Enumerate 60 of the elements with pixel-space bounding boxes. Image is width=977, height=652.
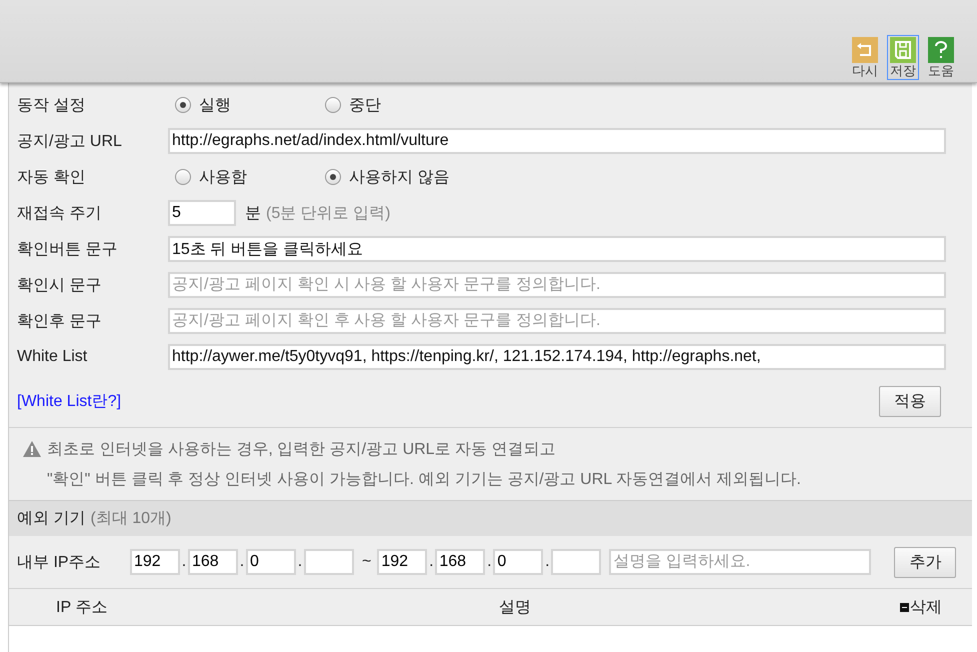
unit-label: 분 — [245, 204, 261, 224]
radio-option[interactable]: 사용함 — [168, 166, 318, 188]
ip-dot: . — [180, 553, 188, 571]
range-separator: ~ — [362, 553, 372, 571]
ip-octet-field[interactable]: 0 — [246, 549, 296, 575]
ip-dot: . — [544, 553, 551, 571]
section-note: (최대 10개) — [90, 509, 172, 529]
apply-button[interactable]: 적용 — [879, 386, 941, 416]
radio-option[interactable]: 사용하지 않음 — [318, 166, 468, 188]
text-field[interactable]: 15초 뒤 버튼을 클릭하세요 — [168, 236, 946, 262]
radio-option[interactable]: 실행 — [168, 94, 318, 116]
text-field[interactable]: http://aywer.me/t5y0tyvq91, https://tenping.kr/, 121.152.174.194, http://egraphs.net, — [168, 344, 946, 370]
ip-octet-field[interactable]: 168 — [435, 549, 486, 575]
ip-dot: . — [428, 553, 435, 571]
ip-octet-field[interactable]: 0 — [493, 549, 544, 575]
text-field[interactable]: http://egraphs.net/ad/index.html/vulture — [168, 128, 946, 154]
help-link[interactable]: [White List란?] — [17, 390, 122, 412]
ip-dot: . — [296, 553, 304, 571]
field-label: White List — [17, 348, 88, 366]
section-title: 예외 기기 — [17, 509, 86, 529]
description-field[interactable]: 설명을 입력하세요. — [609, 549, 872, 575]
ip-dot: . — [238, 553, 246, 571]
field-label: 공지/광고 URL — [17, 132, 123, 152]
radio-label: 사용하지 않음 — [349, 168, 450, 188]
notice-text: "확인" 버튼 클릭 후 정상 인터넷 사용이 가능합니다. 예외 기기는 공지/광고 URL 자동연결에서 제외됩니다. — [47, 470, 801, 490]
radio-label: 사용함 — [199, 168, 247, 188]
field-label: 확인버튼 문구 — [17, 240, 118, 260]
ip-octet-field[interactable] — [551, 549, 602, 575]
field-label: 동작 설정 — [17, 96, 86, 116]
radio-button[interactable] — [325, 169, 341, 185]
ip-octet-field[interactable]: 192 — [377, 549, 428, 575]
radio-option[interactable]: 중단 — [318, 94, 468, 116]
column-header: IP 주소 — [56, 598, 108, 618]
toolbar-button[interactable]: 저장 — [887, 35, 919, 80]
minus-icon — [900, 602, 909, 612]
text-field[interactable]: 공지/광고 페이지 확인 후 사용 할 사용자 문구를 정의합니다. — [168, 308, 946, 334]
hint-text: (5분 단위로 입력) — [266, 204, 390, 224]
toolbar-button[interactable]: 도움 — [925, 35, 957, 80]
radio-button[interactable] — [175, 97, 191, 113]
toolbar-button[interactable]: 다시 — [849, 35, 881, 80]
ip-octet-field[interactable] — [304, 549, 354, 575]
ip-dot: . — [486, 553, 493, 571]
column-header: 설명 — [499, 598, 531, 618]
ip-octet-field[interactable]: 192 — [130, 549, 180, 575]
field-label: 재접속 주기 — [17, 204, 102, 224]
radio-label: 중단 — [349, 96, 381, 116]
field-label: 확인시 문구 — [17, 276, 102, 296]
radio-button[interactable] — [325, 97, 341, 113]
field-label: 자동 확인 — [17, 168, 86, 188]
radio-label: 실행 — [199, 96, 231, 116]
column-header[interactable]: 삭제 — [910, 596, 942, 618]
ip-octet-field[interactable]: 168 — [188, 549, 238, 575]
radio-button[interactable] — [175, 169, 191, 185]
number-field[interactable]: 5 — [168, 200, 236, 226]
text-field[interactable]: 공지/광고 페이지 확인 시 사용 할 사용자 문구를 정의합니다. — [168, 272, 946, 298]
warning-icon — [23, 441, 41, 457]
field-label: 확인후 문구 — [17, 312, 102, 332]
notice-text: 최초로 인터넷을 사용하는 경우, 입력한 공지/광고 URL로 자동 연결되고 — [47, 440, 556, 460]
add-button[interactable]: 추가 — [894, 546, 956, 578]
field-label: 내부 IP주소 — [17, 552, 102, 572]
